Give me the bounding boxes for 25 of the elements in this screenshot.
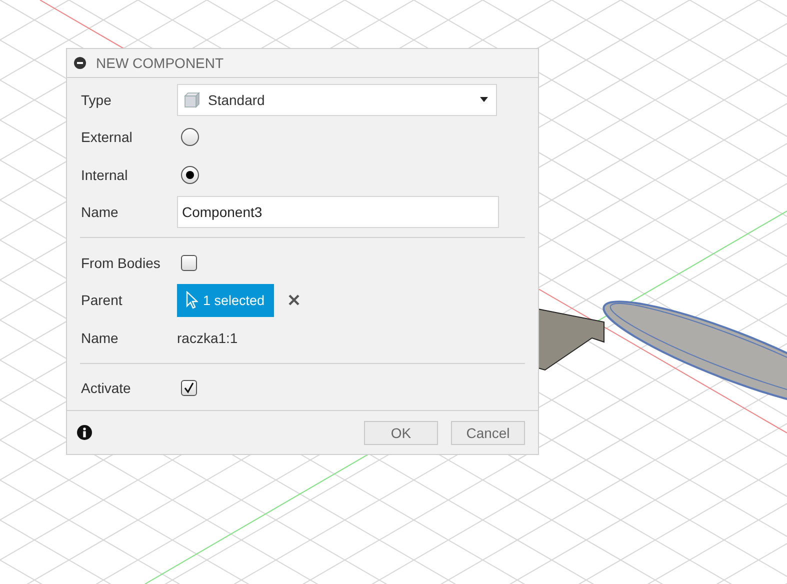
cancel-button[interactable]: Cancel [451,420,525,444]
ok-button[interactable]: OK [364,420,438,444]
dialog-title: NEW COMPONENT [96,55,224,71]
field-label: Type [81,92,112,108]
checkbox[interactable] [181,380,197,396]
field-label: External [81,129,134,146]
collapse-icon[interactable] [74,57,86,69]
caret-icon [480,97,488,102]
field-label: From Bodies [81,254,162,271]
selection-button[interactable]: 1 selected [177,284,274,317]
field-label: Name [81,204,120,220]
radio-button[interactable] [181,128,199,146]
type-dropdown[interactable]: Standard [177,84,497,116]
checkbox[interactable] [181,254,197,271]
info-icon[interactable] [77,425,92,440]
name-input[interactable]: Component3 [177,196,499,228]
field-label: Name [81,330,120,346]
clear-icon[interactable] [288,294,300,306]
parent-name-value: raczka1:1 [177,330,238,346]
radio-button[interactable] [181,166,199,184]
field-label: Parent [81,292,124,308]
field-label: Activate [81,380,132,396]
cursor-icon [186,291,198,310]
field-label: Internal [81,166,129,183]
cube-icon [184,92,200,108]
